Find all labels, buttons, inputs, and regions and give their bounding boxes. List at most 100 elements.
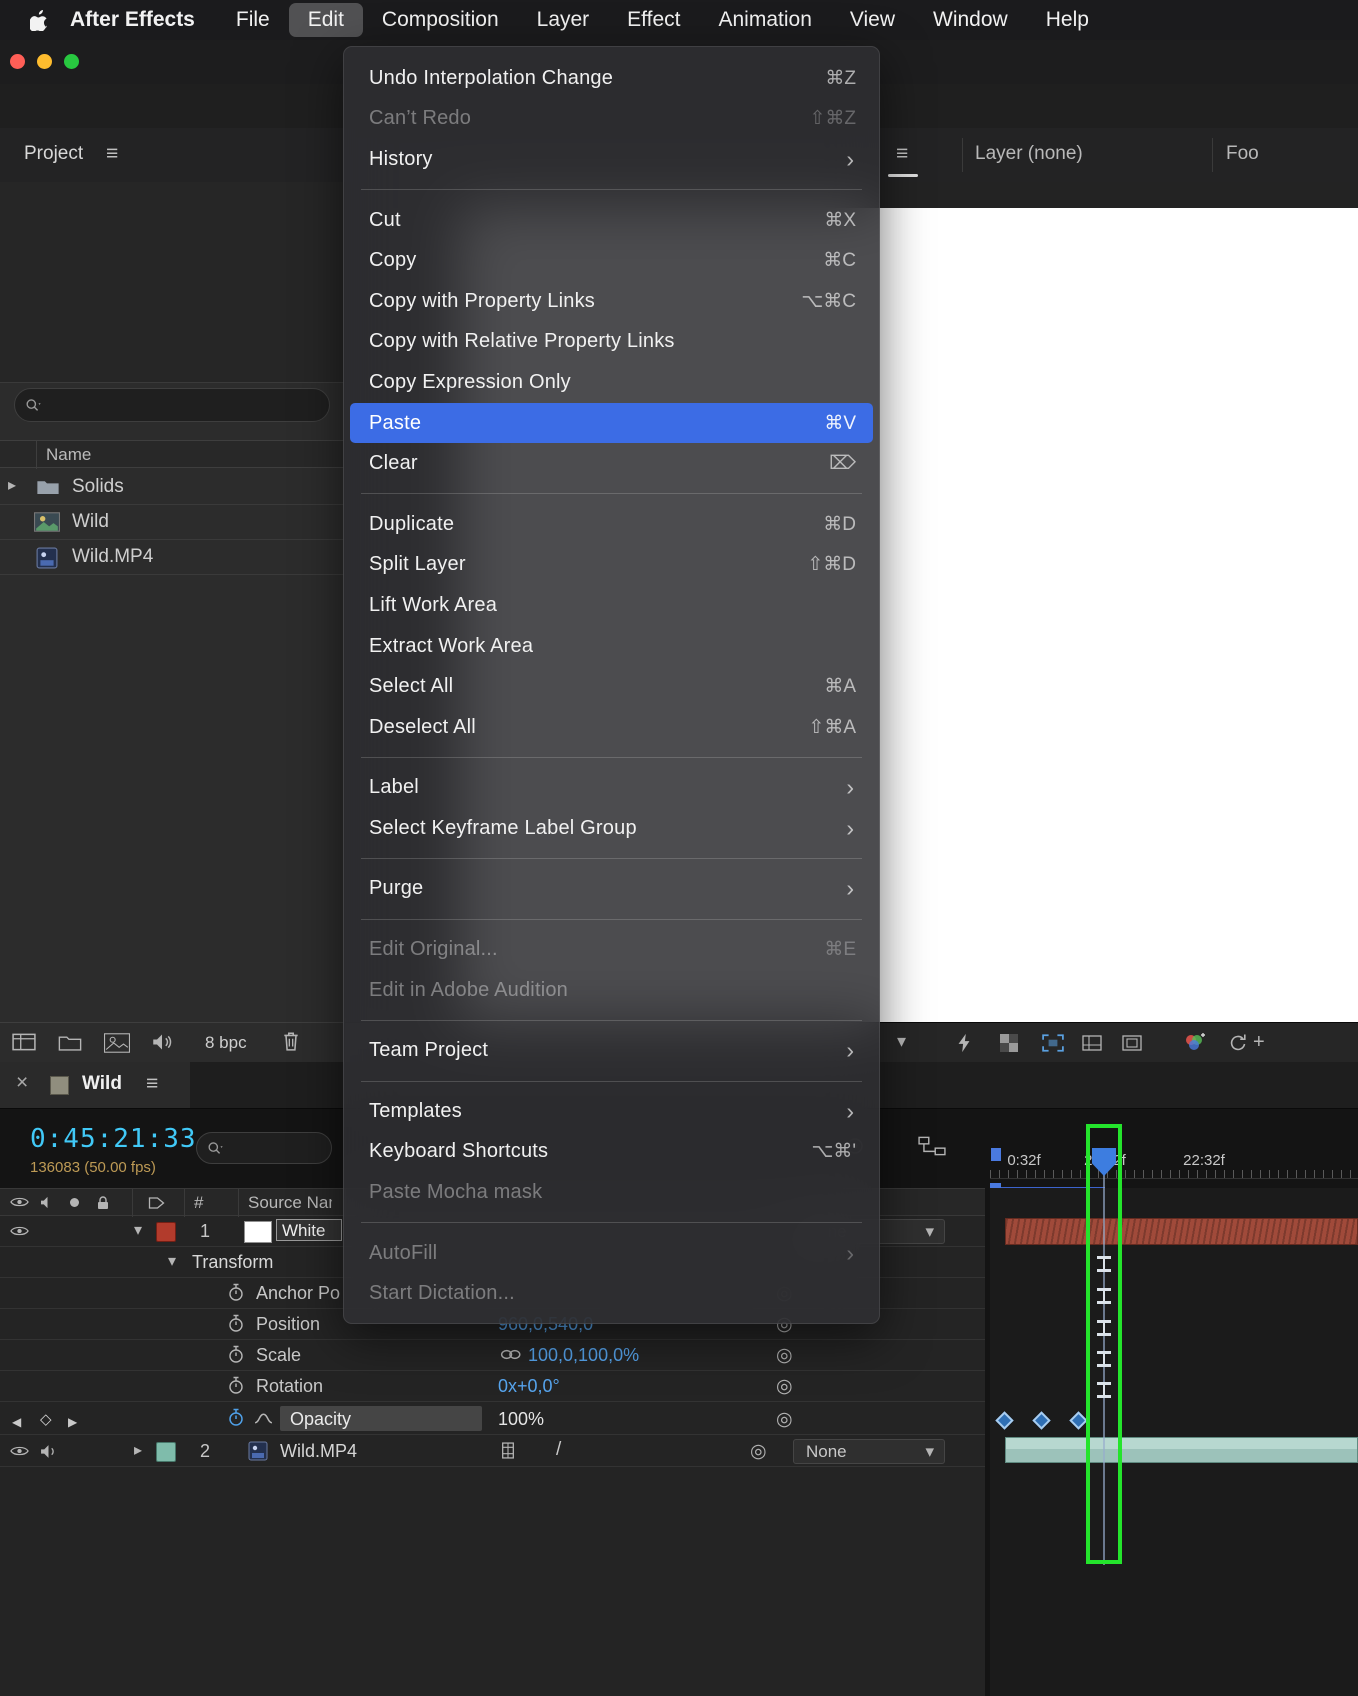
next-keyframe-icon[interactable] [68, 1410, 77, 1431]
layer-1-duration-bar[interactable] [1005, 1218, 1358, 1245]
bit-depth-button[interactable]: 8 bpc [205, 1033, 247, 1053]
menubar-item-help[interactable]: Help [1027, 3, 1108, 37]
work-area-marker[interactable] [991, 1148, 1001, 1161]
property-name[interactable]: Opacity [290, 1409, 351, 1430]
menu-item-templates[interactable]: Templates [350, 1091, 873, 1132]
project-item-wild[interactable]: Wild [0, 505, 344, 540]
layer-label-color-swatch[interactable] [156, 1442, 176, 1462]
timeline-tab-wild[interactable]: Wild [0, 1062, 190, 1108]
menu-item-copy-with-property-links[interactable]: Copy with Property Links ⌥⌘C [350, 281, 873, 322]
current-timecode[interactable]: 0:45:21:33 [30, 1124, 197, 1154]
menu-item-keyboard-shortcuts[interactable]: Keyboard Shortcuts ⌥⌘' [350, 1132, 873, 1173]
menu-item-select-all[interactable]: Select All ⌘A [350, 666, 873, 707]
add-icon[interactable]: + [1253, 1031, 1265, 1054]
layer-row-2[interactable]: 2 Wild.MP4 None [0, 1435, 985, 1467]
menubar-item-edit[interactable]: Edit [288, 3, 363, 37]
project-search-box[interactable] [14, 388, 330, 422]
menu-item-undo-interpolation-change[interactable]: Undo Interpolation Change ⌘Z [350, 58, 873, 99]
property-name[interactable]: Scale [256, 1345, 340, 1366]
frame-blend-icon[interactable] [500, 1442, 516, 1459]
layer-name[interactable]: White [276, 1219, 342, 1241]
project-name-column-header[interactable]: Name [0, 440, 344, 469]
project-item-wild-mp4[interactable]: Wild.MP4 [0, 540, 344, 575]
property-value[interactable]: 100% [498, 1409, 544, 1430]
timeline-menu-icon[interactable] [146, 1072, 158, 1096]
source-name-column-header[interactable]: Source Name [248, 1193, 332, 1213]
menu-item-deselect-all[interactable]: Deselect All ⇧⌘A [350, 707, 873, 748]
frame-icon[interactable] [1122, 1034, 1142, 1052]
timeline-search-box[interactable] [196, 1132, 332, 1164]
menu-item-lift-work-area[interactable]: Lift Work Area [350, 585, 873, 626]
project-search-input[interactable] [43, 395, 260, 415]
property-name[interactable]: Anchor Point [256, 1283, 340, 1304]
close-tab-icon[interactable] [16, 1071, 28, 1095]
expression-icon[interactable] [776, 1408, 793, 1431]
project-panel-menu-icon[interactable] [106, 142, 118, 166]
timeline-search-input[interactable] [225, 1138, 316, 1158]
menu-item-extract-work-area[interactable]: Extract Work Area [350, 626, 873, 667]
add-keyframe-icon[interactable] [40, 1408, 52, 1429]
apple-menu-icon[interactable] [30, 9, 48, 31]
magnification-dropdown-icon[interactable] [897, 1031, 906, 1052]
layer-2-duration-bar[interactable] [1005, 1437, 1358, 1463]
menu-item-copy-expression-only[interactable]: Copy Expression Only [350, 362, 873, 403]
menu-item-select-keyframe-label-group[interactable]: Select Keyframe Label Group [350, 808, 873, 849]
region-of-interest-icon[interactable] [1042, 1034, 1064, 1052]
layer-label-color-swatch[interactable] [156, 1222, 176, 1242]
menubar-item-effect[interactable]: Effect [608, 3, 699, 37]
viewer-tab-footage[interactable]: Foo [1226, 143, 1259, 165]
viewer-panel-menu-icon[interactable] [896, 142, 908, 166]
transparency-grid-icon[interactable] [1000, 1034, 1018, 1052]
property-value[interactable]: 0x+0,0° [498, 1376, 560, 1397]
menu-item-team-project[interactable]: Team Project [350, 1030, 873, 1071]
expression-icon[interactable] [750, 1440, 767, 1463]
layer-expand-icon[interactable] [134, 1440, 142, 1460]
zoom-window-button[interactable] [64, 54, 79, 69]
menu-item-copy-with-relative-property-links[interactable]: Copy with Relative Property Links [350, 322, 873, 363]
menubar-item-file[interactable]: File [217, 3, 289, 37]
composition-mini-flowchart-icon[interactable] [918, 1136, 946, 1156]
guides-icon[interactable] [1082, 1034, 1102, 1052]
eye-icon[interactable] [10, 1445, 29, 1457]
audio-icon[interactable] [40, 1444, 57, 1459]
app-name[interactable]: After Effects [58, 8, 217, 32]
menubar-item-view[interactable]: View [831, 3, 914, 37]
project-item-solids[interactable]: Solids [0, 470, 344, 505]
menubar-item-window[interactable]: Window [914, 3, 1027, 37]
menu-item-label[interactable]: Label [350, 768, 873, 809]
new-composition-icon[interactable] [104, 1033, 130, 1053]
menu-item-paste[interactable]: Paste ⌘V [350, 402, 873, 444]
quality-icon[interactable] [556, 1439, 561, 1461]
property-name[interactable]: Rotation [256, 1376, 340, 1397]
property-value[interactable]: 100,0,100,0% [528, 1345, 639, 1366]
minimize-window-button[interactable] [37, 54, 52, 69]
previous-keyframe-icon[interactable] [12, 1410, 21, 1431]
audio-icon[interactable] [152, 1033, 172, 1051]
solid-color-swatch[interactable] [244, 1221, 272, 1243]
eye-icon[interactable] [10, 1225, 29, 1237]
new-folder-icon[interactable] [58, 1034, 82, 1051]
menu-item-cut[interactable]: Cut ⌘X [350, 200, 873, 241]
color-management-icon[interactable] [1183, 1032, 1205, 1052]
property-row-scale[interactable]: Scale 100,0,100,0% [0, 1340, 985, 1371]
fast-previews-icon[interactable] [955, 1033, 973, 1053]
menubar-item-layer[interactable]: Layer [518, 3, 609, 37]
refresh-icon[interactable] [1228, 1033, 1248, 1053]
stopwatch-icon-active[interactable] [228, 1408, 244, 1427]
group-expand-icon[interactable] [168, 1251, 176, 1271]
menu-item-history[interactable]: History [350, 139, 873, 180]
stopwatch-icon[interactable] [228, 1376, 244, 1395]
project-panel-tab[interactable]: Project [24, 143, 83, 165]
expression-icon[interactable] [776, 1344, 793, 1367]
stopwatch-icon[interactable] [228, 1283, 244, 1302]
timeline-ruler[interactable] [990, 1170, 1358, 1179]
stopwatch-icon[interactable] [228, 1314, 244, 1333]
menu-item-duplicate[interactable]: Duplicate ⌘D [350, 504, 873, 545]
layer-expand-icon[interactable] [134, 1220, 142, 1240]
project-panel-view-icon[interactable] [12, 1033, 36, 1051]
menu-item-split-layer[interactable]: Split Layer ⇧⌘D [350, 545, 873, 586]
property-row-opacity[interactable]: Opacity 100% [0, 1402, 985, 1435]
layer-name[interactable]: Wild.MP4 [280, 1441, 357, 1462]
menu-item-copy[interactable]: Copy ⌘C [350, 240, 873, 281]
disclosure-icon[interactable] [8, 475, 16, 495]
